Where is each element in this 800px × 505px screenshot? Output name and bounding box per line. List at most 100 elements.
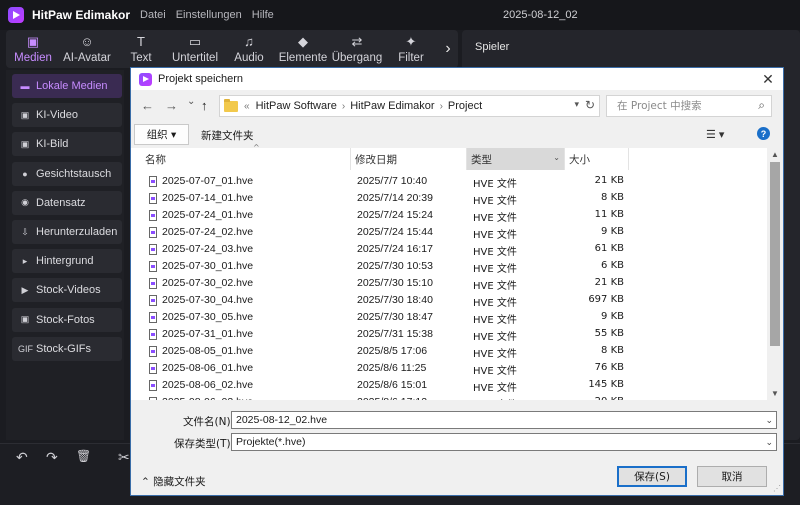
tab-text[interactable]: T Text [114,30,168,68]
tab-media[interactable]: ▣ Medien [6,30,60,68]
search-input[interactable] [607,96,747,116]
sidebar-item-hintergrund[interactable]: ▸ Hintergrund [12,249,122,274]
scroll-down-icon[interactable]: ▼ [771,389,779,398]
breadcrumb-project[interactable]: Project [448,100,482,112]
chevron-down-icon[interactable]: ⌄ [765,437,773,448]
cut-icon[interactable]: ✂ [118,449,130,466]
column-header-date[interactable]: 修改日期 [351,148,467,170]
file-row[interactable]: 2025-07-30_02.hve 2025/7/30 15:10 HVE 文件 21… [131,275,765,292]
resize-grip-icon[interactable]: ⋰ [773,484,781,493]
file-type: HVE 文件 [473,247,517,258]
new-folder-button[interactable]: 新建文件夹 [201,128,254,143]
organize-button[interactable]: 组织 ▾ [134,124,189,145]
sidebar-item-lokale-medien[interactable]: ▬ Lokale Medien [12,74,122,98]
forward-icon[interactable]: → [165,98,178,113]
search-icon[interactable]: ⌕ [758,98,765,113]
tab-subtitle[interactable]: ▭ Untertitel [168,30,222,68]
column-header-size[interactable]: 大小 [565,148,629,170]
tab-audio[interactable]: ♫ Audio [222,30,276,68]
file-row[interactable]: 2025-07-07_01.hve 2025/7/7 10:40 HVE 文件 21 … [131,173,765,190]
breadcrumb-overflow[interactable]: « [244,101,250,112]
file-name: 2025-07-24_01.hve [162,209,254,221]
file-name: 2025-07-14_01.hve [162,192,254,204]
sidebar-item-stock-videos[interactable]: ▶ Stock-Videos [12,278,122,303]
hve-file-icon [149,176,157,187]
file-row[interactable]: 2025-07-31_01.hve 2025/7/31 15:38 HVE 文件 55… [131,326,765,343]
file-modified-date: 2025/7/7 10:40 [357,175,428,187]
sidebar-item-ki-bild[interactable]: ▣ KI-Bild [12,132,122,157]
file-row[interactable]: 2025-07-24_01.hve 2025/7/24 15:24 HVE 文件 11… [131,207,765,224]
hide-folders-toggle[interactable]: ⌃ 隐藏文件夹 [141,474,206,489]
hve-file-icon [149,363,157,374]
back-icon[interactable]: ← [141,98,154,113]
hve-file-icon [149,278,157,289]
sidebar-item-gesichtstausch[interactable]: ● Gesichtstausch [12,161,122,186]
file-row[interactable]: 2025-08-06_01.hve 2025/8/6 11:25 HVE 文件 76 … [131,360,765,377]
file-row[interactable]: 2025-07-30_01.hve 2025/7/30 10:53 HVE 文件 6 … [131,258,765,275]
file-size: 9 KB [601,226,624,237]
sidebar-item-label: Stock-GIFs [36,342,92,355]
scrollbar-thumb[interactable] [770,162,780,346]
chevron-down-icon[interactable]: ⌄ [765,415,773,426]
address-bar[interactable]: « HitPaw Software › HitPaw Edimakor › Pr… [219,95,600,117]
redo-icon[interactable]: ↷ [46,449,58,466]
tab-elements[interactable]: ◆ Elemente [276,30,330,68]
file-list: 名称 ^ 修改日期 类型 ⌄ 大小 2025-07-07_01.hve 2025/… [131,143,783,400]
file-modified-date: 2025/8/6 17:12 [357,396,427,400]
breadcrumb-hitpaw-software[interactable]: HitPaw Software [256,100,337,112]
tab-label: Text [130,51,152,64]
column-header-type[interactable]: 类型 ⌄ [467,148,565,170]
menu-settings[interactable]: Einstellungen [176,9,242,21]
elements-icon: ◆ [298,33,308,49]
hve-file-icon [149,227,157,238]
tab-transition[interactable]: ⇄ Übergang [330,30,384,68]
delete-icon[interactable]: 🗑 [76,449,91,463]
sidebar-item-herunterzuladen[interactable]: ⇩ Herunterzuladen [12,220,122,244]
file-row[interactable]: 2025-07-30_04.hve 2025/7/30 18:40 HVE 文件 69… [131,292,765,309]
file-type: HVE 文件 [473,349,517,360]
hve-file-icon [149,346,157,357]
cancel-button[interactable]: 取消 [697,466,767,487]
up-icon[interactable]: ↑ [201,98,208,113]
sidebar-item-label: KI-Video [36,109,78,122]
vertical-scrollbar[interactable]: ▲ ▼ [767,148,783,400]
filename-label: 文件名(N): [183,416,235,428]
help-icon[interactable]: ? [757,127,770,140]
file-row[interactable]: 2025-08-06_02.hve 2025/8/6 15:01 HVE 文件 145… [131,377,765,394]
menu-help[interactable]: Hilfe [252,9,274,21]
chevron-down-icon[interactable]: ▾ [574,99,579,110]
file-row[interactable]: 2025-07-14_01.hve 2025/7/14 20:39 HVE 文件 8 … [131,190,765,207]
tab-filter[interactable]: ✦ Filter [384,30,438,68]
file-row[interactable]: 2025-08-06_03.hve 2025/8/6 17:12 HVE 文件 20 … [131,394,765,400]
hve-file-icon [149,329,157,340]
chevron-down-icon[interactable]: ⌄ [553,153,560,162]
menu-file[interactable]: Datei [140,9,166,21]
app-titlebar: HitPaw Edimakor Datei Einstellungen Hilf… [0,0,800,30]
sidebar-item-ki-video[interactable]: ▣ KI-Video [12,103,122,128]
file-row[interactable]: 2025-07-30_05.hve 2025/7/30 18:47 HVE 文件 9 … [131,309,765,326]
sidebar-item-datensatz[interactable]: ◉ Datensatz [12,190,122,215]
sidebar-item-stock-fotos[interactable]: ▣ Stock-Fotos [12,307,122,332]
filename-field[interactable]: 2025-08-12_02.hve ⌄ [231,411,777,429]
tab-ai-avatar[interactable]: ☺ AI-Avatar [60,30,114,68]
file-row[interactable]: 2025-07-24_02.hve 2025/7/24 15:44 HVE 文件 9 … [131,224,765,241]
view-options-icon[interactable]: ☰ ▾ [706,128,724,141]
chevron-right-icon[interactable]: › [438,30,458,68]
file-row[interactable]: 2025-07-24_03.hve 2025/7/24 16:17 HVE 文件 61… [131,241,765,258]
background-icon: ▸ [22,255,28,266]
undo-icon[interactable]: ↶ [16,449,28,466]
media-icon: ▣ [26,33,40,49]
save-button[interactable]: 保存(S) [617,466,687,487]
file-modified-date: 2025/7/24 16:17 [357,243,433,255]
player-label: Spieler [475,41,510,53]
scroll-up-icon[interactable]: ▲ [771,150,779,159]
column-header-name[interactable]: 名称 ^ [141,143,351,170]
refresh-icon[interactable]: ↻ [585,98,595,112]
filetype-select[interactable]: Projekte(*.hve) ⌄ [231,433,777,451]
file-row[interactable]: 2025-08-05_01.hve 2025/8/5 17:06 HVE 文件 8 K… [131,343,765,360]
recent-dropdown-icon[interactable]: ⌄ [187,96,195,107]
breadcrumb-hitpaw-edimakor[interactable]: HitPaw Edimakor [350,100,434,112]
sidebar-item-stock-gifs[interactable]: GIF Stock-GIFs [12,336,122,361]
project-name: 2025-08-12_02 [503,9,578,21]
close-icon[interactable]: ✕ [753,68,783,90]
